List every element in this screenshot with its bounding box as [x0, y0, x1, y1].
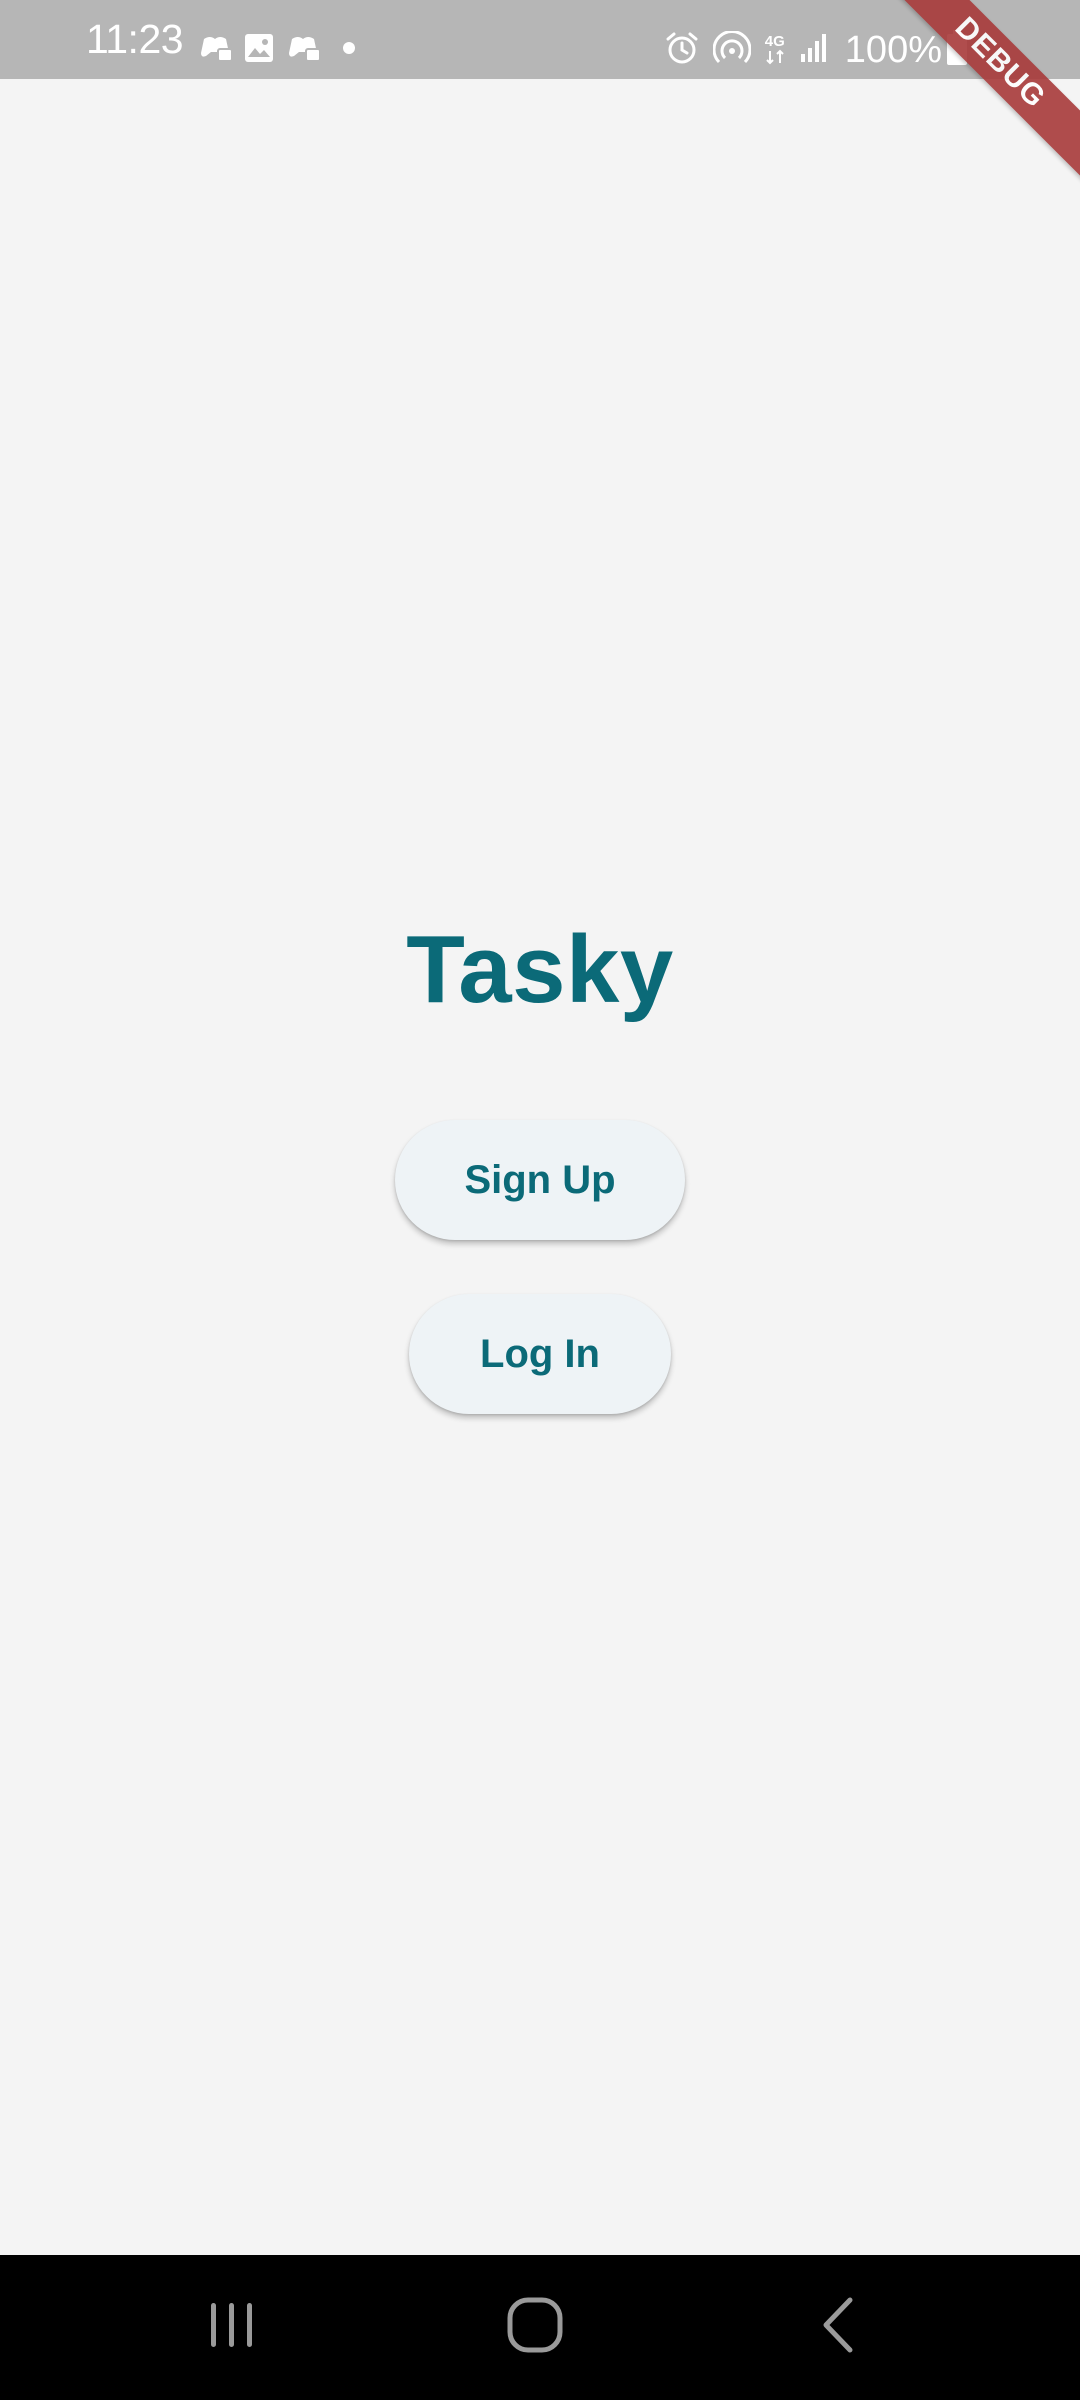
recent-apps-icon — [205, 2298, 259, 2357]
sign-up-button[interactable]: Sign Up — [395, 1120, 685, 1240]
back-button[interactable] — [738, 2255, 938, 2400]
status-notification-icons — [198, 30, 368, 70]
dot-icon — [342, 41, 356, 60]
battery-percentage: 100% — [844, 29, 942, 71]
signal-icon — [799, 32, 829, 69]
status-system-icons: 4G 100% — [651, 29, 968, 71]
game-controller-icon — [286, 33, 321, 68]
network-4g-icon: 4G — [764, 33, 785, 65]
game-controller-icon — [198, 33, 233, 68]
back-icon — [818, 2296, 858, 2359]
home-icon — [506, 2296, 564, 2359]
log-in-button[interactable]: Log In — [409, 1294, 671, 1414]
image-icon — [244, 33, 274, 68]
navigation-bar — [0, 2255, 1080, 2400]
network-type-label: 4G — [764, 33, 785, 50]
status-time: 11:23 — [86, 16, 184, 62]
recent-apps-button[interactable] — [132, 2255, 332, 2400]
hotspot-icon — [712, 29, 752, 70]
alarm-icon — [665, 31, 699, 70]
home-button[interactable] — [435, 2255, 635, 2400]
app-title: Tasky — [406, 916, 674, 1023]
